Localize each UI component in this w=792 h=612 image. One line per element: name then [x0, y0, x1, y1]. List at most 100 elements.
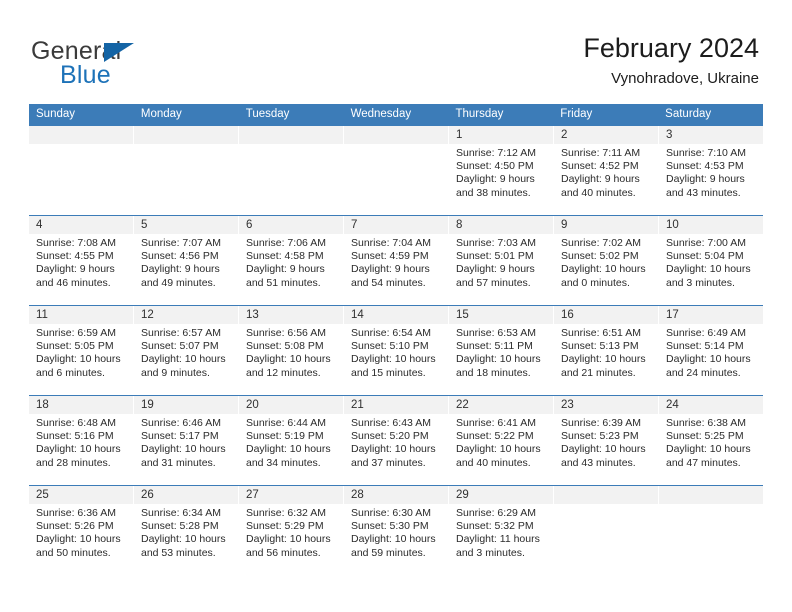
- week-row: 25 Sunrise: 6:36 AM Sunset: 5:26 PM Dayl…: [29, 485, 763, 575]
- daylight-text-line1: Daylight: 10 hours: [561, 353, 646, 366]
- day-cell[interactable]: 6 Sunrise: 7:06 AM Sunset: 4:58 PM Dayli…: [239, 216, 344, 305]
- daylight-text-line2: and 34 minutes.: [246, 456, 321, 469]
- day-info: Sunrise: 7:06 AM Sunset: 4:58 PM Dayligh…: [239, 234, 343, 290]
- day-cell[interactable]: 7 Sunrise: 7:04 AM Sunset: 4:59 PM Dayli…: [344, 216, 449, 305]
- sunrise-text: Sunrise: 6:38 AM: [666, 417, 746, 429]
- sunrise-text: Sunrise: 6:41 AM: [456, 417, 536, 429]
- daylight-text-line2: and 46 minutes.: [36, 276, 111, 289]
- day-number: 5: [134, 216, 238, 234]
- day-cell[interactable]: 25 Sunrise: 6:36 AM Sunset: 5:26 PM Dayl…: [29, 486, 134, 575]
- daylight-text-line1: Daylight: 10 hours: [141, 443, 226, 456]
- daylight-text-line2: and 6 minutes.: [36, 366, 105, 379]
- day-info: Sunrise: 6:36 AM Sunset: 5:26 PM Dayligh…: [29, 504, 133, 560]
- day-number: 8: [449, 216, 553, 234]
- day-cell[interactable]: 22 Sunrise: 6:41 AM Sunset: 5:22 PM Dayl…: [449, 396, 554, 485]
- day-cell[interactable]: 29 Sunrise: 6:29 AM Sunset: 5:32 PM Dayl…: [449, 486, 554, 575]
- day-number: 15: [449, 306, 553, 324]
- daylight-text-line1: Daylight: 10 hours: [351, 443, 436, 456]
- daylight-text-line1: Daylight: 10 hours: [36, 353, 121, 366]
- day-number: 19: [134, 396, 238, 414]
- general-blue-logo[interactable]: General Blue: [31, 36, 231, 89]
- daylight-text-line2: and 18 minutes.: [456, 366, 531, 379]
- sunrise-text: Sunrise: 6:48 AM: [36, 417, 116, 429]
- daylight-text-line2: and 15 minutes.: [351, 366, 426, 379]
- day-cell[interactable]: 24 Sunrise: 6:38 AM Sunset: 5:25 PM Dayl…: [659, 396, 763, 485]
- sunset-text: Sunset: 5:29 PM: [246, 520, 324, 533]
- calendar-grid: Sunday Monday Tuesday Wednesday Thursday…: [29, 104, 763, 575]
- week-row: 1 Sunrise: 7:12 AM Sunset: 4:50 PM Dayli…: [29, 125, 763, 215]
- day-number: [239, 126, 343, 144]
- day-number: 26: [134, 486, 238, 504]
- day-number: 13: [239, 306, 343, 324]
- day-cell[interactable]: 26 Sunrise: 6:34 AM Sunset: 5:28 PM Dayl…: [134, 486, 239, 575]
- daylight-text-line1: Daylight: 9 hours: [36, 263, 115, 276]
- day-number: 29: [449, 486, 553, 504]
- day-number: 3: [659, 126, 763, 144]
- day-cell[interactable]: 11 Sunrise: 6:59 AM Sunset: 5:05 PM Dayl…: [29, 306, 134, 395]
- day-cell[interactable]: 14 Sunrise: 6:54 AM Sunset: 5:10 PM Dayl…: [344, 306, 449, 395]
- day-cell[interactable]: 18 Sunrise: 6:48 AM Sunset: 5:16 PM Dayl…: [29, 396, 134, 485]
- day-info: Sunrise: 6:46 AM Sunset: 5:17 PM Dayligh…: [134, 414, 238, 470]
- day-cell[interactable]: 8 Sunrise: 7:03 AM Sunset: 5:01 PM Dayli…: [449, 216, 554, 305]
- daylight-text-line1: Daylight: 9 hours: [666, 173, 745, 186]
- day-info: Sunrise: 6:57 AM Sunset: 5:07 PM Dayligh…: [134, 324, 238, 380]
- weekday-monday: Monday: [140, 108, 182, 120]
- daylight-text-line1: Daylight: 10 hours: [456, 353, 541, 366]
- day-cell[interactable]: 12 Sunrise: 6:57 AM Sunset: 5:07 PM Dayl…: [134, 306, 239, 395]
- day-info: Sunrise: 6:43 AM Sunset: 5:20 PM Dayligh…: [344, 414, 448, 470]
- day-cell[interactable]: 10 Sunrise: 7:00 AM Sunset: 5:04 PM Dayl…: [659, 216, 763, 305]
- daylight-text-line1: Daylight: 10 hours: [141, 353, 226, 366]
- sunrise-text: Sunrise: 6:46 AM: [141, 417, 221, 429]
- sunset-text: Sunset: 4:56 PM: [141, 250, 219, 263]
- sunrise-text: Sunrise: 7:07 AM: [141, 237, 221, 249]
- day-cell[interactable]: 17 Sunrise: 6:49 AM Sunset: 5:14 PM Dayl…: [659, 306, 763, 395]
- daylight-text-line2: and 31 minutes.: [141, 456, 216, 469]
- day-info: Sunrise: 7:03 AM Sunset: 5:01 PM Dayligh…: [449, 234, 553, 290]
- weekday-sunday: Sunday: [36, 108, 76, 120]
- day-cell[interactable]: 15 Sunrise: 6:53 AM Sunset: 5:11 PM Dayl…: [449, 306, 554, 395]
- day-number: [134, 126, 238, 144]
- day-cell[interactable]: 20 Sunrise: 6:44 AM Sunset: 5:19 PM Dayl…: [239, 396, 344, 485]
- sunset-text: Sunset: 5:01 PM: [456, 250, 534, 263]
- daylight-text-line2: and 24 minutes.: [666, 366, 741, 379]
- day-cell[interactable]: 4 Sunrise: 7:08 AM Sunset: 4:55 PM Dayli…: [29, 216, 134, 305]
- day-cell[interactable]: 19 Sunrise: 6:46 AM Sunset: 5:17 PM Dayl…: [134, 396, 239, 485]
- day-cell[interactable]: 3 Sunrise: 7:10 AM Sunset: 4:53 PM Dayli…: [659, 126, 763, 215]
- daylight-text-line1: Daylight: 9 hours: [351, 263, 430, 276]
- day-cell[interactable]: 1 Sunrise: 7:12 AM Sunset: 4:50 PM Dayli…: [449, 126, 554, 215]
- day-cell[interactable]: 21 Sunrise: 6:43 AM Sunset: 5:20 PM Dayl…: [344, 396, 449, 485]
- day-cell: [659, 486, 763, 575]
- day-info: Sunrise: 6:38 AM Sunset: 5:25 PM Dayligh…: [659, 414, 763, 470]
- daylight-text-line2: and 40 minutes.: [561, 186, 636, 199]
- daylight-text-line2: and 43 minutes.: [666, 186, 741, 199]
- sunset-text: Sunset: 4:53 PM: [666, 160, 744, 173]
- day-cell[interactable]: 28 Sunrise: 6:30 AM Sunset: 5:30 PM Dayl…: [344, 486, 449, 575]
- sunrise-text: Sunrise: 6:34 AM: [141, 507, 221, 519]
- sunset-text: Sunset: 5:30 PM: [351, 520, 429, 533]
- day-cell[interactable]: 27 Sunrise: 6:32 AM Sunset: 5:29 PM Dayl…: [239, 486, 344, 575]
- day-cell[interactable]: 9 Sunrise: 7:02 AM Sunset: 5:02 PM Dayli…: [554, 216, 659, 305]
- day-number: 10: [659, 216, 763, 234]
- day-info: Sunrise: 7:11 AM Sunset: 4:52 PM Dayligh…: [554, 144, 658, 200]
- daylight-text-line1: Daylight: 9 hours: [456, 173, 535, 186]
- sunset-text: Sunset: 5:19 PM: [246, 430, 324, 443]
- sunset-text: Sunset: 5:22 PM: [456, 430, 534, 443]
- day-cell[interactable]: 23 Sunrise: 6:39 AM Sunset: 5:23 PM Dayl…: [554, 396, 659, 485]
- sunrise-text: Sunrise: 7:10 AM: [666, 147, 746, 159]
- sunset-text: Sunset: 5:07 PM: [141, 340, 219, 353]
- sunset-text: Sunset: 4:59 PM: [351, 250, 429, 263]
- daylight-text-line1: Daylight: 10 hours: [246, 533, 331, 546]
- day-cell[interactable]: 2 Sunrise: 7:11 AM Sunset: 4:52 PM Dayli…: [554, 126, 659, 215]
- day-cell[interactable]: 5 Sunrise: 7:07 AM Sunset: 4:56 PM Dayli…: [134, 216, 239, 305]
- day-number: 25: [29, 486, 133, 504]
- sunrise-text: Sunrise: 7:12 AM: [456, 147, 536, 159]
- day-number: [344, 126, 448, 144]
- sunset-text: Sunset: 5:14 PM: [666, 340, 744, 353]
- day-number: 12: [134, 306, 238, 324]
- day-cell[interactable]: 16 Sunrise: 6:51 AM Sunset: 5:13 PM Dayl…: [554, 306, 659, 395]
- daylight-text-line1: Daylight: 10 hours: [351, 353, 436, 366]
- sunrise-text: Sunrise: 7:03 AM: [456, 237, 536, 249]
- day-number: 11: [29, 306, 133, 324]
- sunset-text: Sunset: 5:11 PM: [456, 340, 533, 353]
- day-cell[interactable]: 13 Sunrise: 6:56 AM Sunset: 5:08 PM Dayl…: [239, 306, 344, 395]
